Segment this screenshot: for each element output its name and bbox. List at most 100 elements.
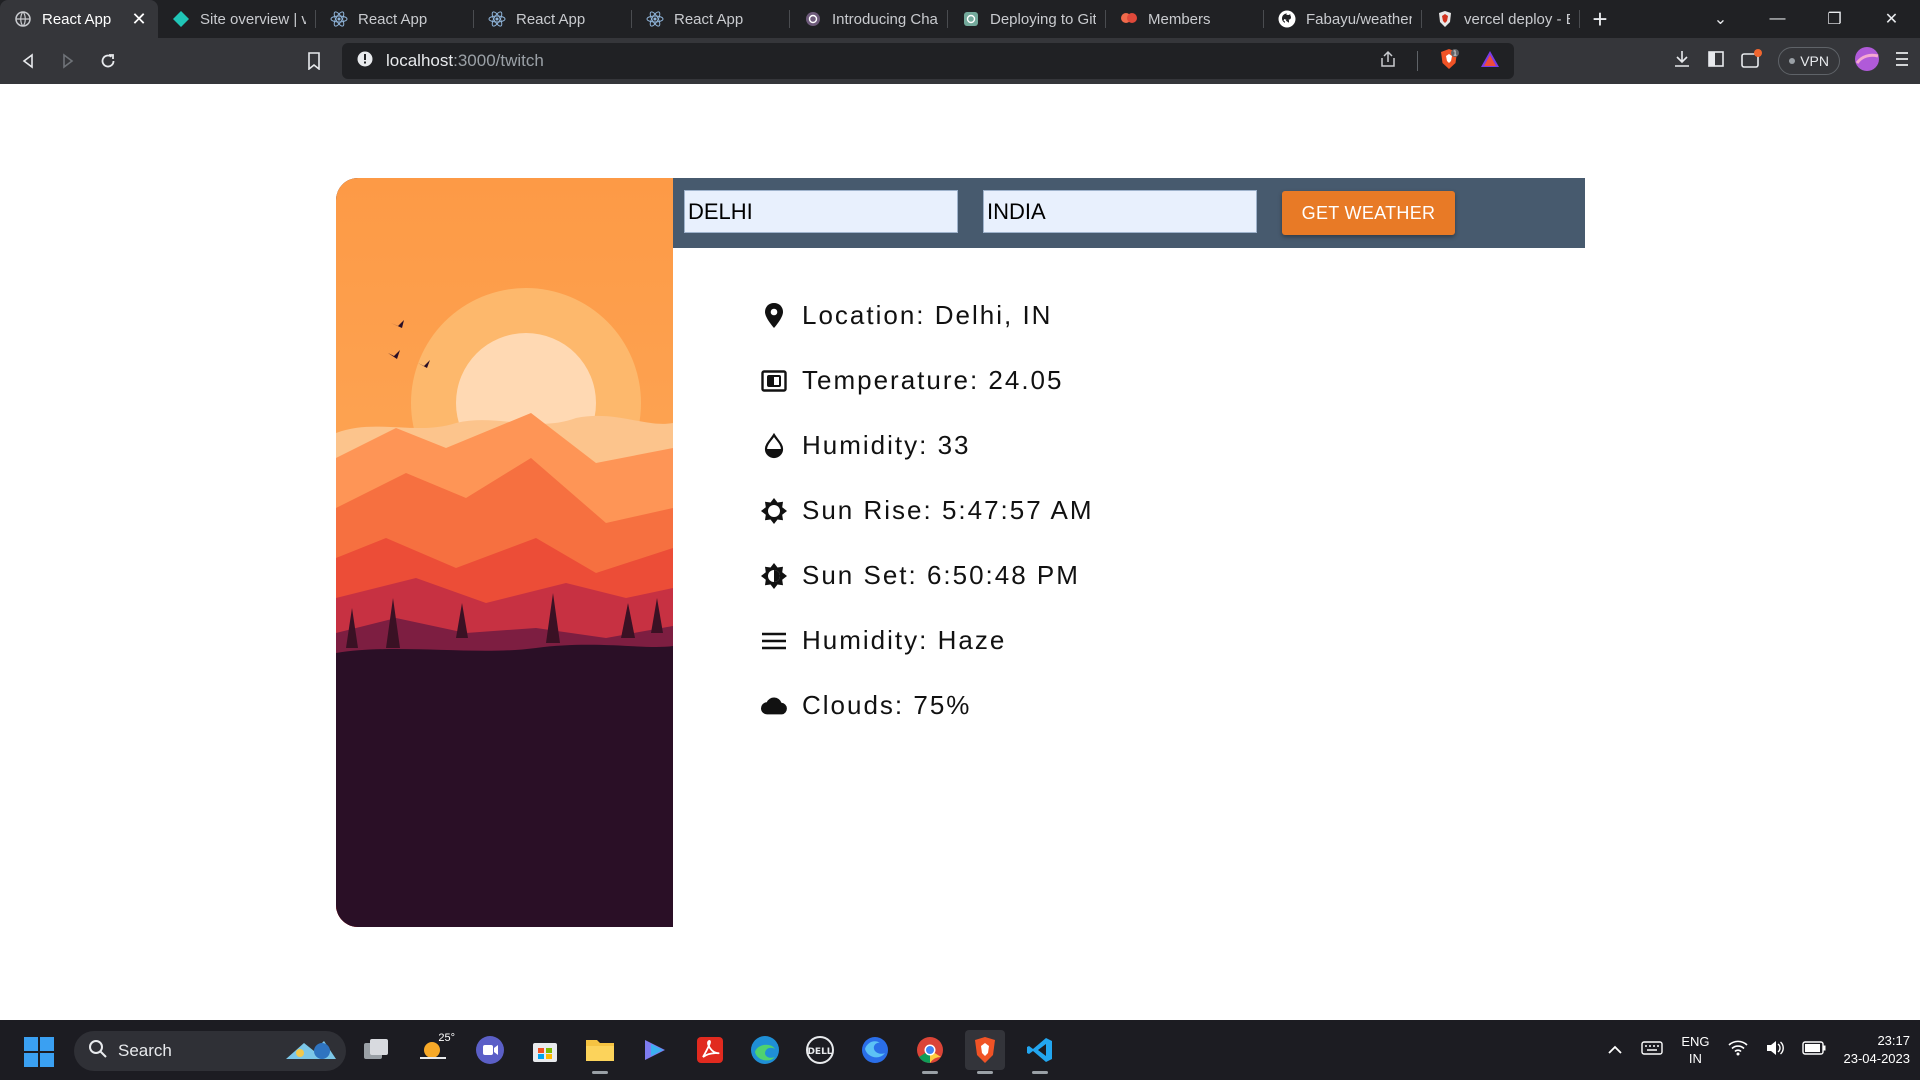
humidity-text: Humidity: 33	[802, 430, 971, 460]
haze-icon	[760, 627, 788, 655]
url-host: localhost	[386, 51, 454, 70]
minimize-icon[interactable]: —	[1749, 10, 1806, 28]
chevron-up-icon[interactable]	[1607, 1041, 1623, 1059]
tab-title: Fabayu/weather-	[1306, 10, 1412, 28]
openai-icon	[962, 10, 980, 28]
weather-row-temperature: Temperature: 24.05	[760, 365, 1063, 396]
globe-icon	[14, 10, 32, 28]
react-icon	[646, 10, 664, 28]
tab-react-app[interactable]: React App	[316, 0, 474, 38]
system-clock[interactable]: 23:17 23-04-2023	[1844, 1032, 1911, 1068]
react-icon	[330, 10, 348, 28]
url-path: :3000/twitch	[453, 51, 544, 70]
brave-rewards-icon[interactable]	[1480, 50, 1500, 73]
menu-icon[interactable]	[1894, 50, 1910, 73]
tab-members[interactable]: Members	[1106, 0, 1264, 38]
windows-start-icon[interactable]	[24, 1037, 54, 1072]
netlify-icon	[172, 10, 190, 28]
meet-now-icon[interactable]	[470, 1030, 510, 1070]
task-view-icon[interactable]	[356, 1030, 396, 1070]
weather-row-location: Location: Delhi, IN	[760, 300, 1052, 331]
restore-icon[interactable]: ❐	[1806, 9, 1863, 29]
wifi-icon[interactable]	[1727, 1040, 1748, 1061]
weather-widget-icon[interactable]: 25°	[411, 1030, 455, 1070]
new-tab-button[interactable]: +	[1580, 0, 1620, 38]
tab-title: React App	[674, 10, 744, 28]
tab-title: React App	[358, 10, 428, 28]
forward-icon[interactable]	[48, 41, 88, 81]
tab-site-overview[interactable]: Site overview | ve	[158, 0, 316, 38]
country-input[interactable]	[983, 190, 1257, 233]
sunset-text: Sun Set: 6:50:48 PM	[802, 560, 1080, 590]
brave-icon	[1436, 10, 1454, 28]
close-window-icon[interactable]: ✕	[1863, 9, 1920, 29]
location-text: Location: Delhi, IN	[802, 300, 1053, 330]
browser-tab-bar: React App ✕ Site overview | ve React App…	[0, 0, 1920, 38]
browser-toolbar: localhost:3000/twitch 1 VPN	[0, 38, 1920, 84]
tab-title: Site overview | ve	[200, 10, 306, 28]
file-explorer-icon[interactable]	[580, 1030, 620, 1074]
firefox-icon[interactable]	[855, 1030, 895, 1070]
taskbar-search[interactable]: Search	[74, 1031, 346, 1071]
media-player-icon[interactable]	[635, 1030, 675, 1070]
members-icon	[1120, 10, 1138, 28]
acrobat-icon[interactable]	[690, 1030, 730, 1070]
tab-deploying-to-git[interactable]: Deploying to Git	[948, 0, 1106, 38]
weather-widget-temp: 25°	[438, 1032, 455, 1044]
close-tab-icon[interactable]: ✕	[130, 9, 148, 30]
cloud-icon	[760, 692, 788, 720]
svg-text:1: 1	[1453, 49, 1457, 57]
weather-row-sunset: Sun Set: 6:50:48 PM	[760, 560, 1080, 591]
weather-row-humidity: Humidity: 33	[760, 430, 971, 461]
weather-row-condition: Humidity: Haze	[760, 625, 1006, 656]
chrome-icon[interactable]	[910, 1030, 950, 1074]
battery-icon[interactable]	[1801, 1040, 1826, 1060]
reload-icon[interactable]	[88, 41, 128, 81]
clock-time: 23:17	[1877, 1033, 1910, 1048]
volume-icon[interactable]	[1766, 1040, 1784, 1061]
tab-introducing-chat[interactable]: Introducing Chat	[790, 0, 948, 38]
brave-taskbar-icon[interactable]	[965, 1030, 1005, 1074]
microsoft-store-icon[interactable]	[525, 1030, 565, 1070]
search-highlight-icon	[280, 1033, 340, 1070]
sunrise-text: Sun Rise: 5:47:57 AM	[802, 495, 1094, 525]
profile-avatar[interactable]	[1854, 46, 1880, 77]
windows-taskbar: Search 25° DELL ENG IN 23:17 23-04-2023	[0, 1020, 1920, 1080]
back-icon[interactable]	[8, 41, 48, 81]
address-bar[interactable]: localhost:3000/twitch 1	[342, 43, 1514, 79]
sunset-icon	[760, 562, 788, 590]
tab-react-app[interactable]: React App	[632, 0, 790, 38]
vpn-button[interactable]: VPN	[1778, 47, 1840, 75]
bookmark-icon[interactable]	[294, 41, 334, 81]
weather-card: GET WEATHER	[336, 178, 1585, 927]
downloads-icon[interactable]	[1672, 49, 1692, 74]
drop-icon	[760, 432, 788, 460]
sidebar-icon[interactable]	[1706, 49, 1726, 74]
weather-row-sunrise: Sun Rise: 5:47:57 AM	[760, 495, 1093, 526]
landscape-illustration	[336, 178, 673, 927]
wallet-icon[interactable]	[1740, 48, 1764, 75]
input-language[interactable]: ENG IN	[1681, 1033, 1709, 1067]
tab-search-icon[interactable]: ⌄	[1692, 9, 1749, 29]
sunrise-icon	[760, 497, 788, 525]
vscode-icon[interactable]	[1020, 1030, 1060, 1074]
weather-row-clouds: Clouds: 75%	[760, 690, 971, 721]
temperature-text: Temperature: 24.05	[802, 365, 1064, 395]
city-input[interactable]	[684, 190, 958, 233]
clock-date: 23-04-2023	[1843, 1051, 1911, 1066]
brave-shields-icon[interactable]: 1	[1438, 48, 1460, 75]
lang-line2: IN	[1688, 1051, 1702, 1066]
tab-github[interactable]: Fabayu/weather-	[1264, 0, 1422, 38]
keyboard-icon[interactable]	[1641, 1040, 1664, 1061]
tab-vercel-deploy[interactable]: vercel deploy - B	[1422, 0, 1580, 38]
svg-text:DELL: DELL	[807, 1047, 832, 1057]
share-icon[interactable]	[1379, 50, 1397, 73]
search-label: Search	[118, 1041, 172, 1060]
get-weather-button[interactable]: GET WEATHER	[1282, 191, 1455, 235]
tab-react-app-active[interactable]: React App ✕	[0, 0, 158, 38]
dell-icon[interactable]: DELL	[800, 1030, 840, 1070]
site-info-icon[interactable]	[356, 50, 374, 73]
edge-icon[interactable]	[745, 1030, 785, 1070]
tab-react-app[interactable]: React App	[474, 0, 632, 38]
github-icon	[1278, 10, 1296, 28]
